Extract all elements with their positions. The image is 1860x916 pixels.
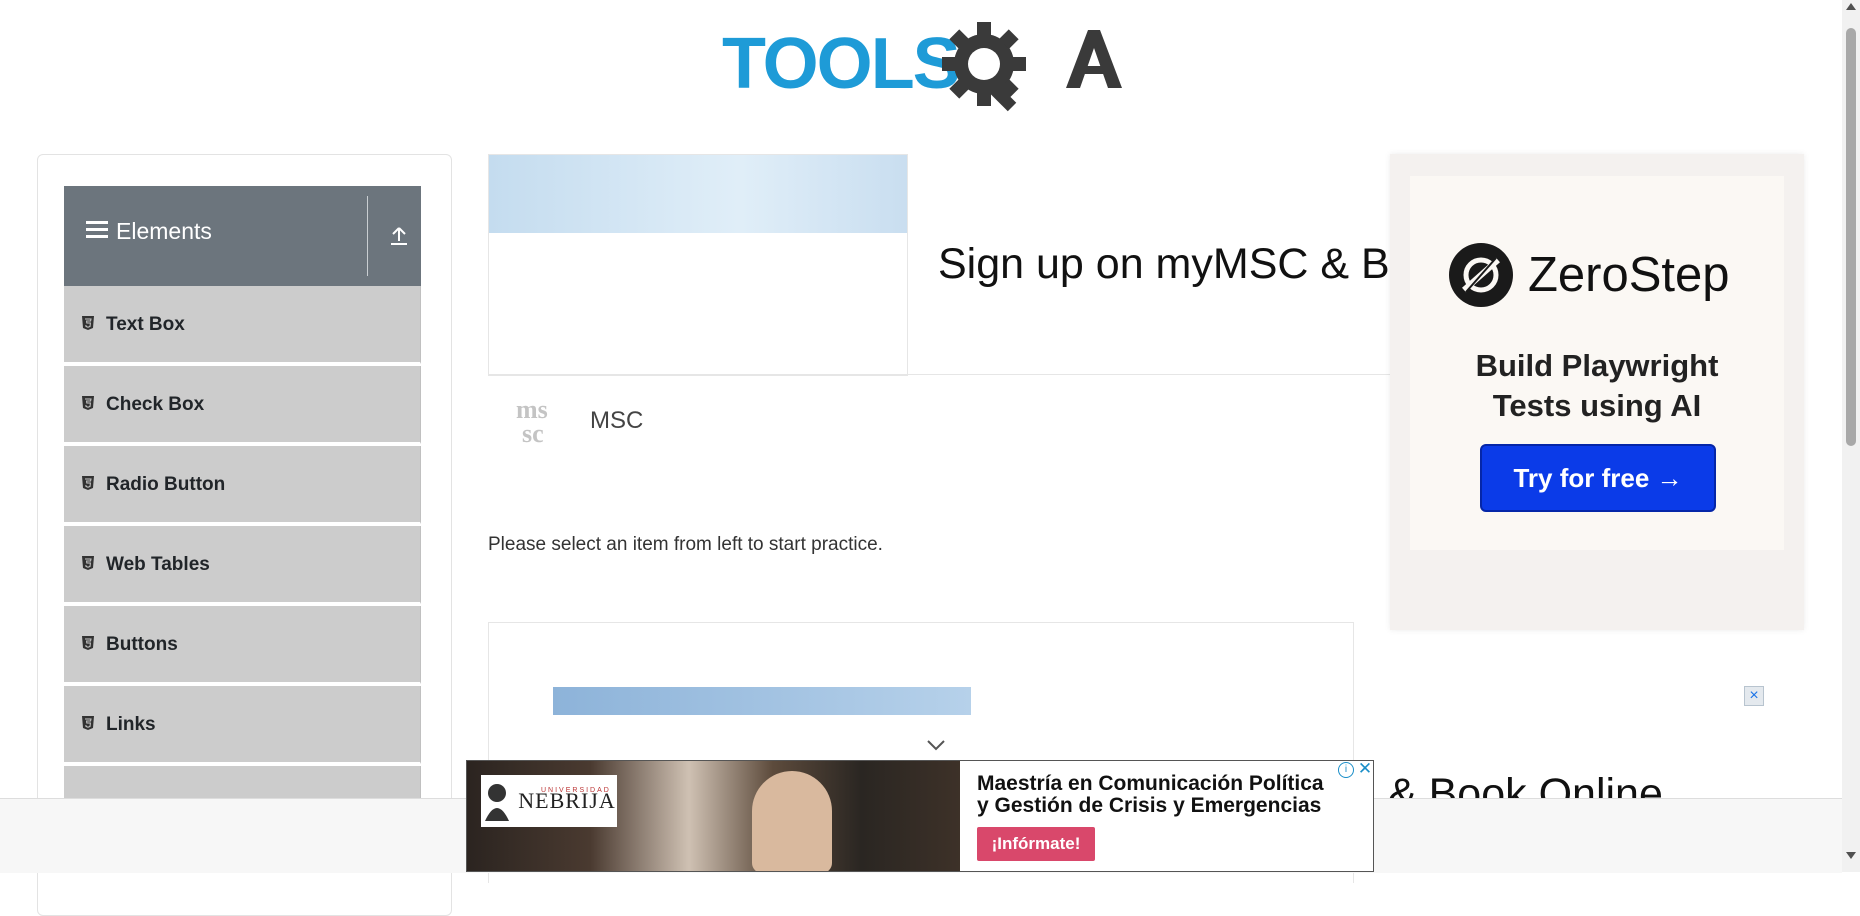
- sidebar-item-label: Radio Button: [106, 474, 226, 495]
- hamburger-icon: [86, 218, 108, 245]
- toolsqa-logo[interactable]: TOOLS: [722, 18, 1124, 114]
- html5-icon: [82, 316, 94, 330]
- html5-icon: [82, 556, 94, 570]
- ad-advertiser[interactable]: ms sc MSC: [514, 396, 643, 446]
- sidebar-item-label: Web Tables: [106, 554, 210, 575]
- sidebar-item-links[interactable]: Links: [64, 686, 421, 764]
- ad-advertiser-name: MSC: [590, 407, 644, 434]
- ad-msc-top[interactable]: Sign up on myMSC & B: [488, 154, 1396, 376]
- html5-icon: [82, 636, 94, 650]
- ad-zerostep[interactable]: ZeroStep Build Playwright Tests using AI…: [1390, 154, 1804, 630]
- elements-group-header[interactable]: Elements: [64, 186, 421, 286]
- zerostep-logo-icon: [1449, 243, 1513, 307]
- sidebar-item-label: Buttons: [106, 634, 178, 655]
- svg-text:sc: sc: [522, 419, 544, 446]
- scroll-down-arrow-icon[interactable]: [1846, 852, 1856, 859]
- portrait-logo-icon: [485, 784, 510, 821]
- chevron-down-icon: [927, 740, 945, 751]
- html5-icon: [82, 476, 94, 490]
- html5-icon: [82, 396, 94, 410]
- sidebar-item-label: Links: [106, 714, 156, 735]
- header-divider: [367, 196, 368, 276]
- sidebar-item-buttons[interactable]: Buttons: [64, 606, 421, 684]
- upload-arrow-icon: [390, 227, 407, 245]
- close-icon[interactable]: ✕: [1357, 761, 1373, 777]
- svg-text:TOOLS: TOOLS: [722, 24, 959, 104]
- sidebar-item-label: Check Box: [106, 394, 205, 415]
- ad-text: Maestría en Comunicación Política y Gest…: [977, 772, 1324, 817]
- sidebar-item-label: Text Box: [106, 314, 185, 335]
- ad-brand-name: ZeroStep: [1528, 248, 1730, 302]
- try-for-free-button[interactable]: Try for free →: [1480, 444, 1716, 512]
- ad-headline: Sign up on myMSC & B: [938, 240, 1390, 288]
- collapse-button[interactable]: [376, 206, 421, 266]
- nebrija-logo: UNIVERSIDAD NEBRIJA: [481, 775, 617, 827]
- ad-image: [488, 154, 908, 376]
- adchoices-icon[interactable]: i: [1338, 762, 1354, 778]
- ad-brand: ZeroStep: [1448, 242, 1730, 308]
- msc-logo-icon: ms sc: [516, 396, 548, 446]
- informate-button[interactable]: ¡Infórmate!: [977, 827, 1095, 861]
- practice-instructions: Please select an item from left to start…: [488, 534, 883, 555]
- close-icon[interactable]: ×: [1744, 686, 1764, 706]
- html5-icon: [82, 716, 94, 730]
- ad-tagline: Build Playwright Tests using AI: [1475, 348, 1719, 423]
- sidebar-item-radio-button[interactable]: Radio Button: [64, 446, 421, 524]
- ad-nebrija-banner[interactable]: UNIVERSIDAD NEBRIJA Maestría en Comunica…: [466, 760, 1374, 872]
- group-title: Elements: [116, 218, 212, 244]
- sidebar-item-check-box[interactable]: Check Box: [64, 366, 421, 444]
- scroll-up-arrow-icon[interactable]: [1846, 3, 1856, 10]
- sidebar-item-web-tables[interactable]: Web Tables: [64, 526, 421, 604]
- page-scrollbar[interactable]: [1842, 0, 1860, 872]
- sidebar-item-text-box[interactable]: Text Box: [64, 286, 421, 364]
- scrollbar-thumb[interactable]: [1846, 28, 1856, 446]
